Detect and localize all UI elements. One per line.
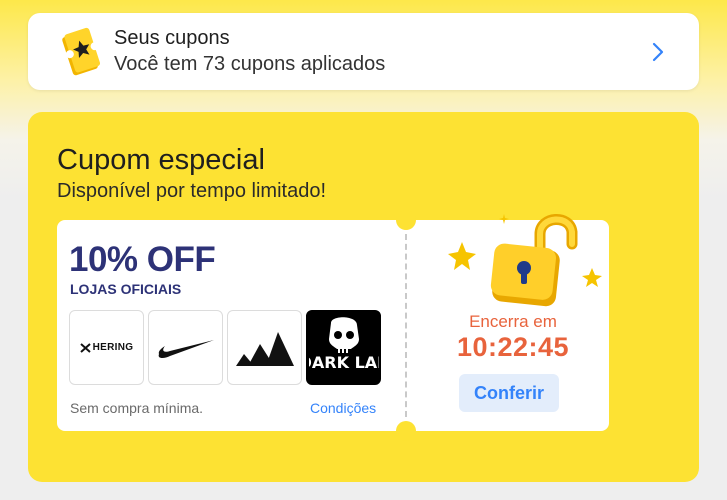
ends-in-label: Encerra em — [469, 312, 557, 331]
special-coupon-card: Cupom especial Disponível por tempo limi… — [28, 112, 699, 482]
discount-value: 10% OFF — [69, 240, 216, 279]
adidas-stripes-icon — [235, 331, 294, 366]
dark-lab-logo-text: DARK LAB — [309, 353, 379, 372]
official-stores-label: LOJAS OFICIAIS — [70, 281, 182, 297]
hering-mark-icon — [79, 342, 91, 353]
coupons-title: Seus cupons — [114, 27, 230, 49]
dark-lab-logo[interactable]: DARK LAB — [306, 310, 381, 385]
hering-logo[interactable]: HERING — [69, 310, 144, 385]
check-coupon-button[interactable]: Conferir — [459, 374, 559, 412]
ticket-star-icon — [62, 27, 100, 76]
special-coupon-subtitle: Disponível por tempo limitado! — [57, 180, 327, 202]
adidas-logo[interactable] — [227, 310, 302, 385]
ticket-notch-bottom — [396, 421, 416, 441]
coupons-count-text: Você tem 73 cupons aplicados — [114, 53, 386, 75]
countdown-timer: 10:22:45 — [456, 332, 570, 362]
hering-logo-text: HERING — [92, 342, 134, 353]
conditions-link[interactable]: Condições — [310, 400, 376, 416]
min-purchase-text: Sem compra mínima. — [70, 400, 204, 416]
dark-lab-skull-icon: DARK LAB — [309, 316, 379, 372]
open-padlock-icon — [448, 214, 602, 307]
chevron-right-icon[interactable] — [651, 41, 665, 63]
coupons-card[interactable]: Seus cupons Você tem 73 cupons aplicados — [28, 13, 699, 90]
ticket-divider — [405, 234, 407, 417]
special-coupon-title: Cupom especial — [57, 144, 265, 176]
nike-logo[interactable] — [148, 310, 223, 385]
coupon-ticket[interactable]: 10% OFF LOJAS OFICIAIS HERING ARK LA Sem… — [57, 210, 609, 441]
ticket-notch-top — [396, 210, 416, 230]
nike-swoosh-icon — [158, 339, 214, 358]
store-logos: HERING ARK LA — [69, 310, 381, 385]
